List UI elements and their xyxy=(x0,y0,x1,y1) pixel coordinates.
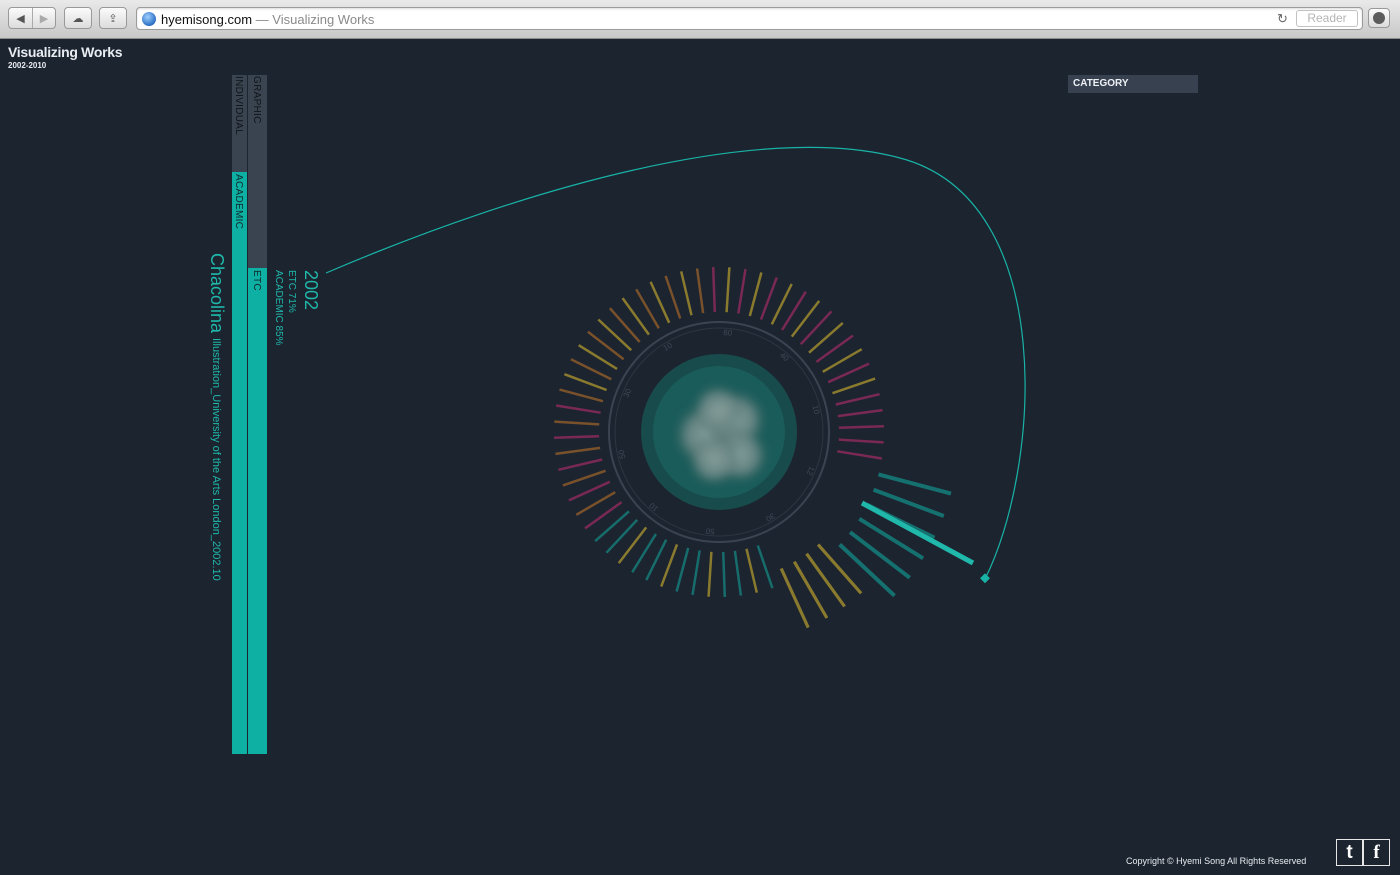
downloads-icon[interactable] xyxy=(1368,8,1390,28)
back-arrow-icon[interactable]: ◀ xyxy=(9,8,32,28)
forward-arrow-icon[interactable]: ▶ xyxy=(31,8,55,28)
ray xyxy=(559,388,604,403)
reload-icon[interactable]: ↻ xyxy=(1277,11,1288,27)
copyright: Copyright © Hyemi Song All Rights Reserv… xyxy=(1126,856,1307,866)
url-domain: hyemisong.com xyxy=(161,12,253,27)
ray xyxy=(733,550,743,596)
ray xyxy=(805,552,846,608)
ray xyxy=(597,318,633,352)
ray xyxy=(608,307,641,343)
nav-buttons: ◀ ▶ xyxy=(8,7,56,29)
ray xyxy=(594,510,630,543)
ray xyxy=(555,404,601,414)
dial-tick-label: 12 xyxy=(805,465,817,477)
ray xyxy=(558,458,603,472)
ray xyxy=(848,530,911,580)
ray xyxy=(838,438,884,444)
ray xyxy=(725,267,731,313)
dial-tick-label: 10 xyxy=(811,404,822,415)
ray xyxy=(660,543,679,588)
dial-tick-label: 50 xyxy=(705,526,715,536)
ray xyxy=(675,547,690,592)
url-separator: — xyxy=(252,12,273,27)
ray xyxy=(664,275,682,319)
ray xyxy=(816,543,863,595)
ray xyxy=(832,377,876,395)
dial-tick-label: 40 xyxy=(778,351,791,364)
dial-tick-label: 30 xyxy=(622,387,634,399)
ray xyxy=(554,420,600,426)
ray xyxy=(555,446,601,456)
ray xyxy=(707,551,713,597)
reader-button[interactable]: Reader xyxy=(1296,10,1358,27)
ray xyxy=(737,268,747,314)
ray xyxy=(563,373,608,392)
browser-toolbar: ◀ ▶ ☁ ⇪ hyemisong.com — Visualizing Work… xyxy=(0,0,1400,39)
ray xyxy=(554,434,600,440)
dial-tick-label: 10 xyxy=(662,340,675,353)
ray xyxy=(748,272,763,317)
ray xyxy=(837,408,883,418)
ray xyxy=(837,450,883,460)
ray xyxy=(756,545,774,589)
ray xyxy=(759,276,778,321)
ray xyxy=(691,550,701,596)
url-page-title: Visualizing Works xyxy=(272,12,375,27)
ray xyxy=(838,543,896,598)
ray xyxy=(835,392,880,406)
ray xyxy=(808,321,844,354)
globe-icon xyxy=(142,12,156,26)
ray xyxy=(858,517,925,561)
dial-tick-label: 10 xyxy=(647,500,660,513)
cloud-icon[interactable]: ☁ xyxy=(64,7,92,29)
ray xyxy=(711,267,717,313)
connector-endpoint[interactable] xyxy=(980,573,990,584)
address-bar[interactable]: hyemisong.com — Visualizing Works ↻ Read… xyxy=(136,7,1363,30)
share-icon[interactable]: ⇪ xyxy=(99,7,127,29)
url-text[interactable]: hyemisong.com — Visualizing Works xyxy=(161,12,374,27)
ray xyxy=(562,469,606,487)
dial-tick-label: 30 xyxy=(764,511,777,524)
ray xyxy=(605,518,639,554)
twitter-icon[interactable]: t xyxy=(1336,839,1363,866)
ray xyxy=(745,548,759,593)
dial-tick-label: 50 xyxy=(617,448,628,459)
ray xyxy=(721,551,727,597)
connector-curve xyxy=(325,146,1026,580)
works-visualization[interactable]: 60 40 10 12 30 50 10 50 30 10 xyxy=(0,39,1400,875)
dial-tick-label: 60 xyxy=(723,328,733,338)
ray xyxy=(695,268,705,314)
facebook-icon[interactable]: f xyxy=(1363,839,1390,866)
ray xyxy=(679,271,693,316)
ray xyxy=(838,424,884,430)
ray xyxy=(799,310,833,346)
ray xyxy=(877,472,952,496)
